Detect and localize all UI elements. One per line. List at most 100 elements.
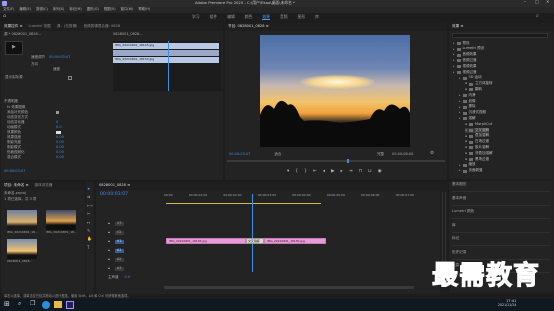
effects-tree-item[interactable]: ▪ 白场过渡 [465,139,489,145]
mark-in-icon[interactable]: { [295,169,298,175]
timeline-playhead[interactable] [252,194,253,272]
tab-media-browser[interactable]: 媒体浏览器 [34,183,52,188]
workspace-libraries[interactable]: 库 [315,14,319,20]
workspace-assembly[interactable]: 组件 [210,14,218,20]
menu-help[interactable]: 帮助(H) [138,7,150,12]
param-5-swatch[interactable] [56,131,61,135]
mini-clip-b[interactable]: IMG_20210801_18150.jpg [113,57,219,63]
effects-tree-item[interactable]: ▸ 音频过渡 [453,58,477,63]
ripple-edit-icon[interactable]: ⟷ [87,203,93,208]
lift-icon[interactable]: ⊓ [359,169,363,175]
clip-transition[interactable]: 交叉溶解 [246,238,264,244]
menu-edit[interactable]: 编辑(E) [19,7,31,12]
effects-tree-item[interactable]: ▸ 页面剥落 [459,168,483,174]
menu-graphics[interactable]: 图形(G) [87,7,99,12]
workspace-learn[interactable]: 学习 [192,14,200,20]
effects-panel-title[interactable]: 效果 ≡ [452,24,463,29]
go-to-in-icon[interactable]: ⇤ [313,169,317,175]
menu-file[interactable]: 文件(F) [3,7,14,12]
program-playhead[interactable] [347,159,349,163]
effects-tree-item[interactable]: ▸ 溶解 [459,116,476,121]
settings-icon[interactable]: ⚙ [430,151,434,157]
track-v3-label[interactable]: V3 [114,221,124,226]
tab-effect-controls[interactable]: 效果控件 ≡ [4,24,23,29]
work-area-bar[interactable] [166,203,321,204]
track-lock-icon-a2[interactable]: 🔒︎ [108,257,110,262]
timeline-tab[interactable]: 0828001_0828 ≡ [99,183,130,188]
effects-search[interactable] [452,33,548,38]
menu-marker[interactable]: 标记(M) [69,7,81,12]
collapsed-section-2[interactable]: Lumetri 颜色 [452,209,550,219]
track-lock-icon-v3[interactable]: 🔒︎ [108,221,110,226]
effects-tree-item[interactable]: ▪ 立方体旋转 [465,81,493,87]
collapsed-section-5[interactable]: 历史记录 [452,250,550,260]
tab-audio-mixer[interactable]: 音频剪辑混合器: 0828 [83,24,120,29]
step-back-icon[interactable]: ◂ [323,169,325,175]
close-button[interactable]: ✕ [546,0,549,4]
razor-icon[interactable]: ✂ [87,211,93,216]
hand-icon[interactable]: ✋ [87,236,93,241]
track-select-icon[interactable]: ⇉ [87,194,93,199]
tab-source[interactable]: 源：(无剪辑) [57,24,78,29]
track-v2-label[interactable]: V2 [114,230,124,235]
workspace-color[interactable]: 颜色 [245,14,253,20]
param-4-value[interactable]: 0.0 [56,125,62,130]
collapsed-section-4[interactable]: 标记 [452,236,550,246]
track-a2-label[interactable]: A2 [114,257,124,262]
menu-view[interactable]: 视图(V) [104,7,116,12]
track-a1-label[interactable]: A1 [114,248,124,253]
project-thumbnail-0[interactable] [7,210,37,230]
add-marker-icon[interactable]: ▾ [287,169,289,175]
param-10-value[interactable]: 0.00 [56,155,64,160]
edge-icon[interactable] [42,301,50,309]
track-a3-label[interactable]: A3 [114,266,124,271]
program-monitor-title[interactable]: 节目: 0828001_0828 ≡ [228,24,269,29]
premiere-taskbar-icon[interactable] [66,301,74,309]
program-timecode[interactable]: 00:00:03:07 [229,152,250,157]
step-forward-icon[interactable]: ▸ [341,169,343,175]
effects-tree-item[interactable]: ▪ MorphCut [465,122,492,127]
effects-tree-item[interactable]: ▪ 非叠加溶解 [465,151,493,156]
slip-icon[interactable]: ↔ [87,220,93,225]
selection-tool-icon[interactable]: ➤ [87,186,93,191]
track-lock-icon-v1[interactable]: 🔒︎ [108,239,110,244]
menu-window[interactable]: 窗口(W) [121,7,134,12]
play-icon[interactable]: ▶ [12,44,16,51]
minimize-button[interactable]: – [524,0,526,4]
export-frame-icon[interactable]: ◉ [378,169,382,175]
workspace-graphics[interactable]: 图形 [298,14,306,20]
effects-tree-item[interactable]: ▸ 沉浸式视频 [459,110,486,116]
pen-icon[interactable]: ✎ [87,228,93,233]
project-thumbnail-1[interactable] [46,210,76,230]
taskbar-search-icon[interactable]: ⌕ [18,300,21,308]
collapsed-section-1[interactable]: 基本声音 [452,196,550,206]
track-lock-icon-a1[interactable]: 🔒︎ [108,248,110,253]
extract-icon[interactable]: ⊔ [368,169,372,175]
track-lock-icon-a3[interactable]: 🔒︎ [108,266,110,271]
fit-dropdown[interactable]: 适合 [274,152,281,157]
mini-transition[interactable] [113,50,219,56]
file-explorer-icon[interactable] [54,301,62,308]
task-view-icon[interactable]: ❐ [30,300,35,308]
mini-playhead[interactable] [168,41,169,91]
track-v1-label[interactable]: V1 [114,239,124,244]
windows-start-icon[interactable]: ⊞ [4,300,10,309]
effects-tree-item[interactable]: ▸ 内滑 [459,93,476,98]
effects-tree-item[interactable]: ▪ 翻转 [465,87,482,92]
tab-lumetri-scopes[interactable]: Lumetri 范围 [29,24,51,29]
clip-1[interactable]: IMG_20210801_18145.jpg [166,238,246,244]
timeline-ruler[interactable]: 00:00 00:00:01:00 00:00:02:00 00:00:03:0… [164,193,414,202]
mark-out-icon[interactable]: } [304,169,307,175]
duration-value[interactable]: 00:00:03:07 [49,55,70,60]
effect-controls-timecode[interactable]: 00:00:03:07 [4,169,25,174]
project-thumbnail-2[interactable] [7,239,37,259]
home-icon[interactable]: ⌂ [3,13,6,20]
workspace-effects[interactable]: 效果 [262,14,270,21]
mini-clip-a[interactable]: IMG_20210801_18145.jpg [113,43,219,49]
effects-tree-item[interactable]: ▪ 胶片溶解 [465,145,489,150]
tab-project[interactable]: 项目: 未命名 ≡ [4,183,28,188]
workspace-editing[interactable]: 编辑 [227,14,235,20]
show-source-checkbox[interactable] [67,76,72,80]
timeline-timecode[interactable]: 00:00:03:07 [100,192,128,197]
param-1-checkbox[interactable] [56,111,59,115]
